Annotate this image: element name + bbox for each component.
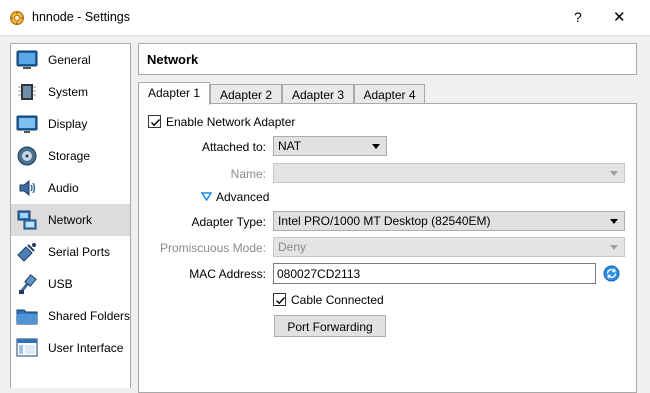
sidebar-item-storage[interactable]: Storage — [11, 140, 130, 172]
display-icon — [16, 115, 38, 133]
enable-adapter-label: Enable Network Adapter — [166, 115, 296, 129]
name-label: Name: — [230, 167, 266, 181]
shared-folders-icon — [16, 309, 38, 325]
mac-address-field[interactable]: 080027CD2113 — [273, 263, 596, 284]
usb-icon — [19, 274, 37, 294]
sidebar-item-serial-ports[interactable]: Serial Ports — [11, 236, 130, 268]
title-bar: ⌒⌒⌒⌒⌒ ⌒⌒⌒ hnnode - Settings ? ✕ — [0, 0, 650, 36]
promiscuous-mode-select[interactable]: Deny — [273, 237, 625, 257]
page-header: Network — [138, 43, 637, 75]
chevron-down-icon — [610, 219, 618, 224]
help-button[interactable]: ? — [574, 9, 582, 25]
promiscuous-mode-label: Promiscuous Mode: — [159, 241, 266, 255]
sidebar-item-label: System — [48, 85, 89, 99]
adapter-type-select[interactable]: Intel PRO/1000 MT Desktop (82540EM) — [273, 211, 625, 231]
window-title: hnnode - Settings — [32, 10, 130, 24]
sidebar-item-label: User Interface — [48, 341, 124, 355]
sidebar-item-network[interactable]: Network — [11, 204, 130, 236]
expand-triangle-icon[interactable] — [201, 192, 212, 201]
adapter-type-label: Adapter Type: — [191, 215, 267, 229]
chevron-down-icon — [610, 171, 618, 176]
sidebar-item-label: Shared Folders — [48, 309, 131, 323]
cable-connected-checkbox[interactable] — [273, 293, 286, 306]
advanced-toggle[interactable]: Advanced — [216, 190, 269, 204]
tab-adapter-3[interactable]: Adapter 3 — [282, 84, 354, 105]
promiscuous-mode-value: Deny — [278, 240, 307, 254]
refresh-mac-icon[interactable] — [603, 265, 620, 282]
chevron-down-icon — [610, 245, 618, 250]
attached-to-label: Attached to: — [201, 140, 266, 154]
sidebar-item-system[interactable]: System — [11, 76, 130, 108]
page-title: Network — [147, 52, 199, 67]
background-window-fragment: ⌒⌒⌒ — [500, 0, 537, 10]
sidebar-item-label: Serial Ports — [48, 245, 111, 259]
sidebar-item-display[interactable]: Display — [11, 108, 130, 140]
user-interface-icon — [16, 338, 38, 357]
sidebar-item-label: Network — [48, 213, 93, 227]
audio-icon — [19, 179, 36, 197]
settings-sidebar: General System Display Storage Audio Net… — [10, 43, 131, 388]
tab-adapter-4[interactable]: Adapter 4 — [354, 84, 425, 105]
sidebar-item-user-interface[interactable]: User Interface — [11, 332, 130, 364]
name-select[interactable] — [273, 163, 625, 183]
checkmark-icon — [276, 297, 286, 305]
tab-adapter-2[interactable]: Adapter 2 — [210, 84, 282, 105]
storage-icon — [17, 146, 37, 166]
sidebar-item-label: Storage — [48, 149, 91, 163]
enable-adapter-checkbox[interactable] — [148, 115, 161, 128]
sidebar-item-label: Display — [48, 117, 88, 131]
chevron-down-icon — [372, 144, 380, 149]
sidebar-item-shared-folders[interactable]: Shared Folders — [11, 300, 130, 332]
sidebar-item-label: USB — [48, 277, 73, 291]
port-forwarding-button[interactable]: Port Forwarding — [274, 315, 386, 337]
sidebar-item-label: Audio — [48, 181, 79, 195]
sidebar-item-audio[interactable]: Audio — [11, 172, 130, 204]
sidebar-item-label: General — [48, 53, 91, 67]
cable-connected-label: Cable Connected — [291, 293, 384, 307]
mac-address-label: MAC Address: — [189, 267, 266, 281]
network-icon — [17, 210, 37, 230]
close-button[interactable]: ✕ — [613, 8, 626, 26]
attached-to-value: NAT — [278, 139, 302, 153]
adapter-type-value: Intel PRO/1000 MT Desktop (82540EM) — [278, 214, 491, 228]
tab-adapter-1[interactable]: Adapter 1 — [138, 82, 210, 105]
sidebar-item-usb[interactable]: USB — [11, 268, 130, 300]
sidebar-item-general[interactable]: General — [11, 44, 130, 76]
checkmark-icon — [151, 119, 161, 127]
serial-ports-icon — [17, 243, 36, 262]
system-icon — [18, 84, 36, 100]
attached-to-select[interactable]: NAT — [273, 136, 387, 156]
virtualbox-app-icon — [10, 11, 24, 25]
general-icon — [16, 50, 38, 69]
